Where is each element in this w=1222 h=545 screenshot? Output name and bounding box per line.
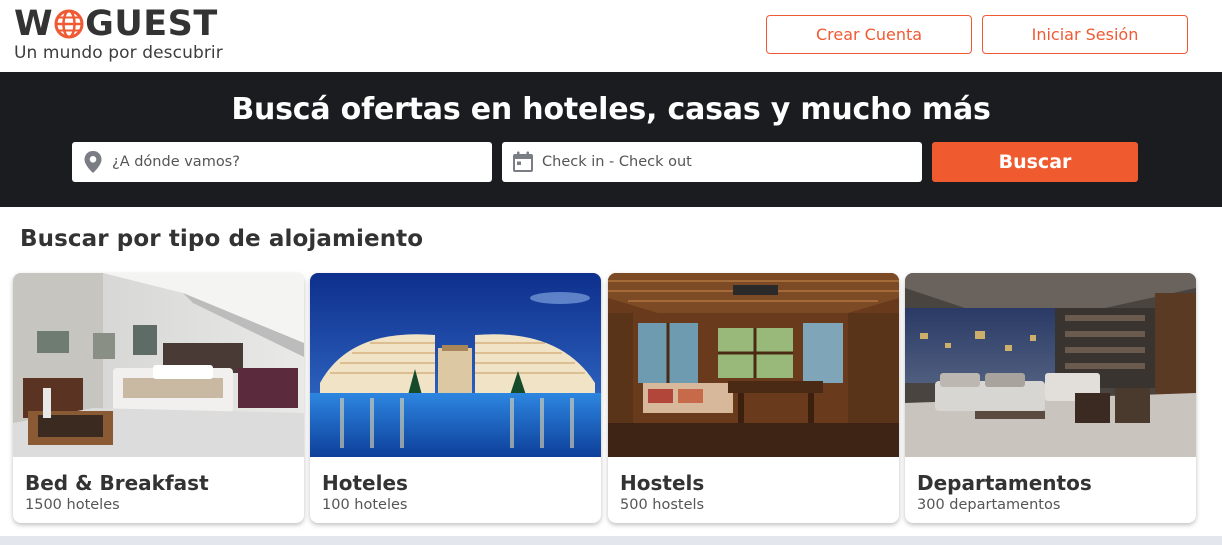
- card-title: Hostels: [620, 471, 705, 495]
- calendar-icon: [512, 150, 534, 174]
- categories-title: Buscar por tipo de alojamiento: [20, 226, 424, 252]
- page-bottom-divider: [0, 536, 1222, 545]
- create-account-button[interactable]: Crear Cuenta: [766, 15, 972, 54]
- dates-field[interactable]: [502, 142, 922, 182]
- location-pin-icon: [82, 150, 104, 174]
- category-card-hostels[interactable]: Hostels 500 hostels: [608, 273, 899, 523]
- search-title: Buscá ofertas en hoteles, casas y mucho …: [231, 92, 991, 127]
- tagline: Un mundo por descubrir: [14, 43, 223, 63]
- card-title: Bed & Breakfast: [25, 471, 209, 495]
- category-card-departamentos[interactable]: Departamentos 300 departamentos: [905, 273, 1196, 523]
- hostels-photo: [608, 273, 899, 457]
- card-title: Departamentos: [917, 471, 1092, 495]
- category-card-bed-breakfast[interactable]: Bed & Breakfast 1500 hoteles: [13, 273, 304, 523]
- category-card-hoteles[interactable]: Hoteles 100 hoteles: [310, 273, 601, 523]
- card-count: 1500 hoteles: [25, 497, 120, 513]
- logo[interactable]: W GUEST Un mundo por descubrir: [14, 6, 223, 63]
- site-header: W GUEST Un mundo por descubrir Crear Cue…: [0, 0, 1222, 72]
- destination-field[interactable]: [72, 142, 492, 182]
- departamentos-photo: [905, 273, 1196, 457]
- logo-wordmark: W GUEST: [14, 6, 223, 42]
- dates-input[interactable]: [542, 154, 902, 170]
- globe-icon: [54, 9, 84, 39]
- logo-letters-guest: GUEST: [85, 4, 218, 44]
- bed-breakfast-photo: [13, 273, 304, 457]
- logo-letter-w: W: [14, 4, 54, 44]
- card-count: 300 departamentos: [917, 497, 1061, 513]
- card-count: 100 hoteles: [322, 497, 408, 513]
- card-count: 500 hostels: [620, 497, 705, 513]
- login-button[interactable]: Iniciar Sesión: [982, 15, 1188, 54]
- hoteles-photo: [310, 273, 601, 457]
- destination-input[interactable]: [112, 154, 472, 170]
- search-button[interactable]: Buscar: [932, 142, 1138, 182]
- search-band: Buscá ofertas en hoteles, casas y mucho …: [0, 72, 1222, 207]
- card-title: Hoteles: [322, 471, 408, 495]
